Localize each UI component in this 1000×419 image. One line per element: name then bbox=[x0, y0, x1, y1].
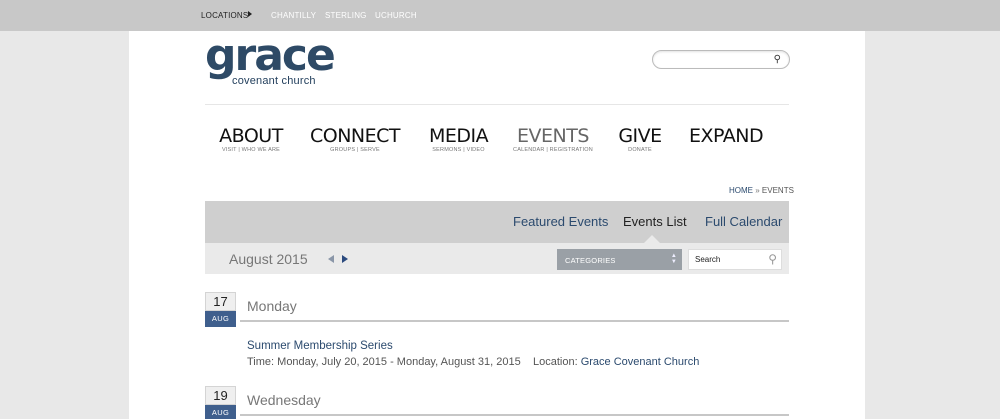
search-icon[interactable]: ⚲ bbox=[774, 54, 781, 65]
date-badge: 17 AUG bbox=[205, 292, 236, 327]
tab-events-list[interactable]: Events List bbox=[623, 214, 687, 229]
date-month: AUG bbox=[205, 405, 236, 419]
date-day: 19 bbox=[205, 386, 236, 405]
breadcrumb-home[interactable]: HOME bbox=[729, 186, 753, 195]
tab-full-calendar[interactable]: Full Calendar bbox=[705, 214, 782, 229]
site-search-input[interactable]: ⚲ bbox=[652, 50, 790, 69]
nav-subtitle: CALENDAR | REGISTRATION bbox=[513, 147, 593, 153]
date-month: AUG bbox=[205, 311, 236, 327]
select-arrows-icon: ▲ ▼ bbox=[670, 253, 677, 265]
event-title-link[interactable]: Summer Membership Series bbox=[247, 340, 393, 352]
nav-connect[interactable]: CONNECT GROUPS | SERVE bbox=[308, 126, 402, 153]
day-divider bbox=[240, 320, 789, 322]
nav-subtitle: GROUPS | SERVE bbox=[330, 147, 380, 153]
active-tab-pointer bbox=[644, 235, 660, 243]
date-badge: 19 AUG bbox=[205, 386, 236, 419]
nav-subtitle: VISIT | WHO WE ARE bbox=[221, 147, 281, 153]
breadcrumb-current: EVENTS bbox=[761, 186, 794, 195]
nav-media[interactable]: MEDIA SERMONS | VIDEO bbox=[429, 125, 489, 153]
previous-month-icon[interactable] bbox=[328, 255, 334, 263]
locations-label[interactable]: LOCATIONS bbox=[201, 11, 248, 20]
logo-wordmark: grace bbox=[205, 30, 336, 81]
current-month: August 2015 bbox=[229, 251, 308, 267]
day-heading: Monday bbox=[247, 298, 297, 314]
day-heading: Wednesday bbox=[247, 392, 321, 408]
nav-title: EXPAND bbox=[689, 125, 764, 147]
location-link-chantilly[interactable]: CHANTILLY bbox=[271, 11, 316, 20]
nav-about[interactable]: ABOUT VISIT | WHO WE ARE bbox=[219, 126, 283, 153]
date-day: 17 bbox=[205, 292, 236, 311]
nav-title: CONNECT bbox=[309, 125, 401, 147]
events-tab-bar bbox=[205, 201, 789, 243]
nav-title: MEDIA bbox=[429, 125, 489, 147]
nav-give[interactable]: GIVE DONATE bbox=[618, 126, 662, 153]
categories-select[interactable]: CATEGORIES ▲ ▼ bbox=[557, 249, 682, 270]
nav-title: GIVE bbox=[618, 125, 662, 147]
categories-label: CATEGORIES bbox=[565, 256, 616, 265]
event-location-link[interactable]: Grace Covenant Church bbox=[581, 356, 700, 368]
next-month-icon[interactable] bbox=[342, 255, 348, 263]
header-divider bbox=[205, 104, 789, 105]
nav-subtitle: DONATE bbox=[628, 147, 652, 153]
events-search-input[interactable]: Search ⚲ bbox=[688, 249, 782, 270]
nav-title: EVENTS bbox=[517, 125, 589, 147]
event-time-label: Time: bbox=[247, 356, 275, 368]
nav-title: ABOUT bbox=[219, 125, 283, 147]
location-bar: LOCATIONS CHANTILLY STERLING UCHURCH bbox=[0, 0, 1000, 31]
day-divider bbox=[240, 414, 789, 416]
nav-subtitle: SERMONS | VIDEO bbox=[432, 147, 485, 153]
location-link-sterling[interactable]: STERLING bbox=[325, 11, 367, 20]
tab-featured-events[interactable]: Featured Events bbox=[513, 214, 608, 229]
location-link-uchurch[interactable]: UCHURCH bbox=[375, 11, 417, 20]
search-icon[interactable]: ⚲ bbox=[768, 252, 777, 266]
locations-arrow-icon bbox=[248, 11, 252, 17]
church-logo[interactable]: grace covenant church bbox=[205, 34, 336, 90]
breadcrumb-separator: » bbox=[755, 186, 760, 195]
breadcrumb: HOME » EVENTS bbox=[729, 186, 794, 195]
nav-events[interactable]: EVENTS CALENDAR | REGISTRATION bbox=[511, 126, 595, 153]
nav-expand[interactable]: EXPAND bbox=[689, 125, 764, 147]
events-search-placeholder: Search bbox=[695, 255, 721, 264]
logo-tagline: covenant church bbox=[232, 75, 316, 87]
event-time: Monday, July 20, 2015 - Monday, August 3… bbox=[277, 356, 521, 368]
event-location-label: Location: bbox=[532, 356, 578, 368]
event-meta: Time: Monday, July 20, 2015 - Monday, Au… bbox=[247, 356, 699, 368]
